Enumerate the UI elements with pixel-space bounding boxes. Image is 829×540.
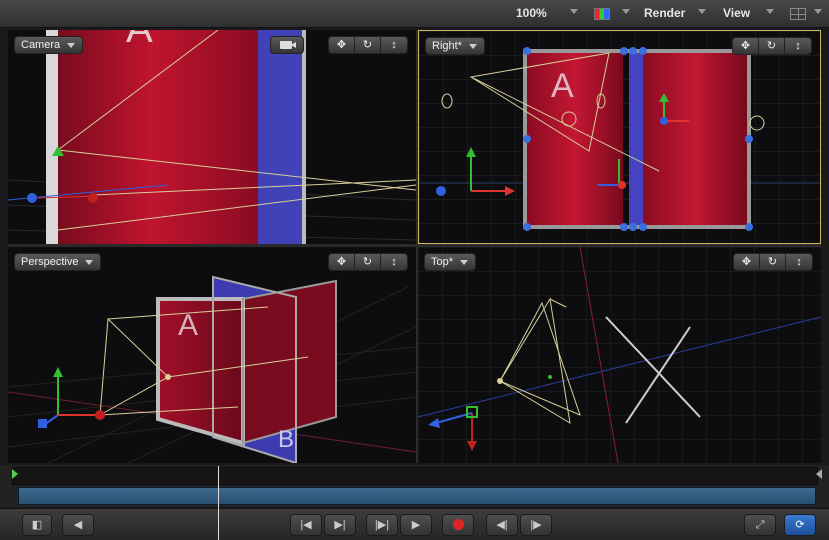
perspective-view-tools: ✥ ↻ ↕ [328, 253, 408, 271]
layer-a-letter: A [551, 67, 574, 105]
top-toolbar: 100% Render View [0, 0, 829, 28]
go-to-end-icon[interactable]: ▶| [324, 514, 356, 536]
play-icon[interactable]: ▶ [400, 514, 432, 536]
next-frame-icon[interactable]: |▶ [520, 514, 552, 536]
z-axis-handle [27, 193, 37, 203]
render-menu[interactable]: Render [644, 6, 685, 20]
perspective-viewport[interactable]: A B Perspective ✥ ↻ ↕ [8, 247, 416, 463]
chevron-down-icon [468, 44, 477, 49]
layer-b-letter: B [278, 426, 294, 453]
dolly-icon[interactable]: ↕ [381, 37, 407, 53]
layer-c-plane [643, 53, 747, 225]
orbit-icon[interactable]: ↻ [759, 38, 785, 54]
loop-icon[interactable]: ⟳ [784, 514, 816, 536]
zoom-level[interactable]: 100% [516, 6, 547, 20]
chevron-down-icon [67, 43, 76, 48]
top-view-tools: ✥ ↻ ↕ [733, 253, 813, 271]
channels-dropdown-icon[interactable] [622, 9, 630, 14]
prev-frame-icon[interactable]: ◀| [486, 514, 518, 536]
layout-dropdown-icon[interactable] [814, 9, 822, 14]
orbit-icon[interactable]: ↻ [355, 37, 381, 53]
layer-a-plane [527, 53, 623, 225]
record-icon[interactable] [442, 514, 474, 536]
color-channels-icon[interactable] [594, 8, 610, 20]
layer-b-plane [258, 30, 304, 244]
zoom-dropdown-icon[interactable] [570, 9, 578, 14]
right-scene: A [419, 31, 820, 243]
camera-select-icon[interactable] [270, 36, 304, 54]
layer-c-plane [243, 281, 336, 443]
right-view-menu[interactable]: Right* [425, 37, 485, 55]
layer-a-edge [46, 30, 58, 244]
step-icon[interactable]: |▶| [366, 514, 398, 536]
go-to-start-icon[interactable]: |◀ [290, 514, 322, 536]
chevron-down-icon [85, 260, 94, 265]
layer-a-letter: A [126, 30, 153, 51]
selection-handle [523, 47, 531, 55]
top-view-label: Top* [431, 256, 454, 268]
x-axis-handle [88, 193, 98, 203]
right-viewport[interactable]: A Right* ✥ ↻ ↕ [418, 30, 821, 244]
dolly-icon[interactable]: ↕ [786, 254, 812, 270]
play-range-out-marker[interactable] [816, 469, 822, 479]
layer-b-edge [302, 30, 306, 244]
camera-view-label: Camera [21, 39, 61, 51]
pan-icon[interactable]: ✥ [329, 254, 355, 270]
orbit-icon[interactable]: ↻ [355, 254, 381, 270]
pan-icon[interactable]: ✥ [734, 254, 760, 270]
pan-icon[interactable]: ✥ [733, 38, 759, 54]
layout-icon[interactable] [790, 8, 806, 20]
right-view-label: Right* [432, 40, 462, 52]
render-dropdown-icon[interactable] [698, 9, 706, 14]
pan-icon[interactable]: ✥ [329, 37, 355, 53]
timeline-track-bar[interactable] [18, 487, 816, 505]
perspective-scene: A B [8, 275, 416, 463]
right-view-tools: ✥ ↻ ↕ [732, 37, 812, 55]
play-range-in-marker[interactable] [12, 469, 18, 479]
camera-view-tools: ✥ ↻ ↕ [328, 36, 408, 54]
layer-a-plane [46, 30, 258, 244]
top-viewport[interactable]: Top* ✥ ↻ ↕ [418, 247, 821, 463]
camera-scene: A [8, 30, 416, 244]
camera-view-menu[interactable]: Camera [14, 36, 84, 54]
orbit-icon[interactable]: ↻ [760, 254, 786, 270]
timeline-ruler[interactable] [12, 467, 818, 485]
dolly-icon[interactable]: ↕ [785, 38, 811, 54]
dolly-icon[interactable]: ↕ [381, 254, 407, 270]
top-view-menu[interactable]: Top* [424, 253, 477, 271]
perspective-view-menu[interactable]: Perspective [14, 253, 102, 271]
show-timing-icon[interactable]: ◧ [22, 514, 52, 536]
camera-viewport[interactable]: A Camera ✥ ↻ ↕ [8, 30, 416, 244]
view-menu[interactable]: View [723, 6, 750, 20]
top-scene [418, 247, 821, 463]
mute-icon[interactable]: ◀ [62, 514, 94, 536]
transport-controls: ◧ ◀ |◀ ▶| |▶| ▶ ◀| |▶ ⤢ ⟳ [0, 508, 829, 540]
playhead[interactable] [218, 466, 219, 540]
layer-b-plane [629, 53, 643, 225]
chevron-down-icon [460, 260, 469, 265]
fullscreen-icon[interactable]: ⤢ [744, 514, 776, 536]
view-dropdown-icon[interactable] [766, 9, 774, 14]
perspective-view-label: Perspective [21, 256, 79, 268]
